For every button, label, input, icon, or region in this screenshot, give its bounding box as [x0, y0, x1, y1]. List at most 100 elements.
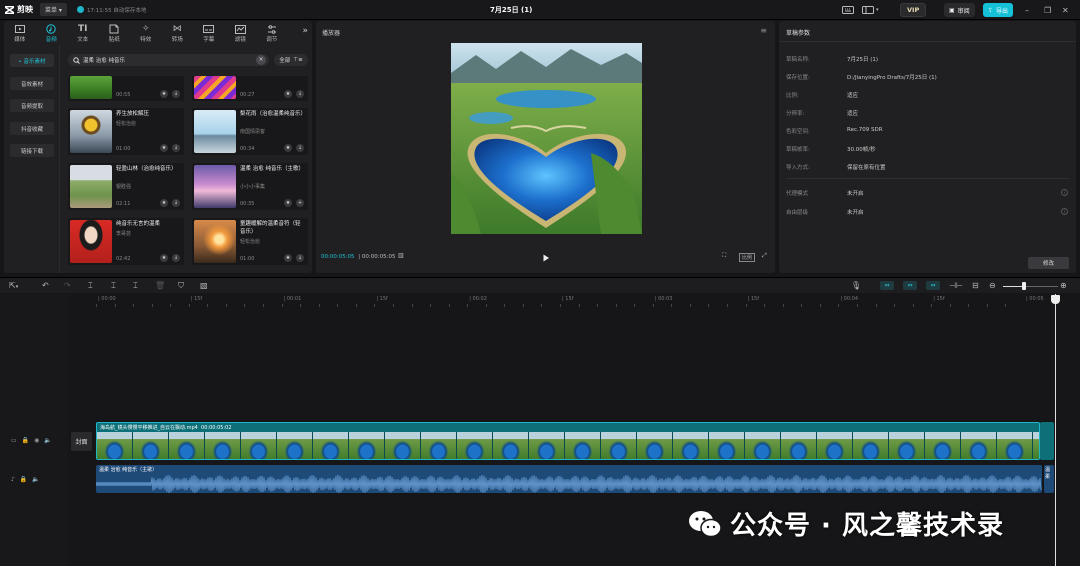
- ruler-minor-tick: [485, 304, 487, 307]
- download-icon[interactable]: ↓: [296, 90, 304, 98]
- tab-media[interactable]: 媒体: [4, 21, 36, 45]
- image-icon[interactable]: ▧: [200, 281, 208, 290]
- auto-snap-icon[interactable]: ⇔: [903, 281, 917, 290]
- lock-icon[interactable]: 🔒: [20, 476, 27, 483]
- sidebar-item-audio-extract[interactable]: 音频提取: [10, 99, 54, 112]
- visibility-icon[interactable]: ◉: [34, 437, 39, 444]
- lock-icon[interactable]: 🔒: [22, 437, 29, 444]
- music-card[interactable]: 轻盈山林（治愈纯音乐） 银胜强 02:11 ★ ↓: [68, 163, 184, 210]
- sidebar-item-link-download[interactable]: 链接下载: [10, 144, 54, 157]
- zoom-out-icon[interactable]: ⊖: [989, 281, 996, 290]
- sidebar-item-sound-effects[interactable]: 音效素材: [10, 77, 54, 90]
- ruler-minor-tick: [745, 304, 747, 307]
- audio-clip[interactable]: 温柔 治愈 纯音乐（主歌）: [96, 465, 1042, 493]
- playhead[interactable]: [1055, 294, 1056, 566]
- music-card[interactable]: 纯音乐无言的温柔 李哥芸 02:42 ★ ↓: [68, 218, 184, 265]
- favorite-icon[interactable]: ★: [284, 199, 292, 207]
- download-icon[interactable]: ↓: [296, 144, 304, 152]
- video-frame: [709, 432, 745, 459]
- tab-transition[interactable]: ⋈ 转场: [162, 21, 194, 45]
- more-tabs-icon[interactable]: »: [302, 26, 308, 36]
- review-button[interactable]: ▣ 审阅: [944, 3, 975, 17]
- download-icon[interactable]: ↓: [172, 199, 180, 207]
- export-button[interactable]: ⇪ 导出: [983, 3, 1014, 17]
- music-card[interactable]: 童趣暖解的温柔音符（轻音乐） 轻松治愈 01:00 ★ ↓: [192, 218, 308, 265]
- music-author: 轻松治愈: [116, 121, 137, 127]
- microphone-icon[interactable]: 🎙: [851, 281, 861, 290]
- video-clip[interactable]: 海岛航_镜头慢慢平移推进_自云在飘动.mp4 00:00:05:02: [96, 422, 1040, 460]
- favorite-icon[interactable]: ★: [160, 90, 168, 98]
- video-frame: [925, 432, 961, 459]
- layout-icon[interactable]: ▾: [862, 3, 879, 17]
- zoom-in-icon[interactable]: ⊕: [1060, 281, 1067, 290]
- fullscreen-icon[interactable]: ⤢: [762, 252, 767, 260]
- audio-clip-tail[interactable]: 温柔: [1044, 465, 1054, 493]
- split-icon[interactable]: ⌶: [88, 281, 93, 291]
- split-right-icon[interactable]: ⌶: [133, 281, 138, 291]
- close-button[interactable]: ✕: [1062, 3, 1076, 17]
- music-card[interactable]: 梨花雨（治愈温柔纯音乐） 南国情思客 00:34 ★ ↓: [192, 108, 308, 155]
- linkage-icon[interactable]: ⇔: [926, 281, 940, 290]
- music-card[interactable]: 00:55 ★ ↓: [68, 76, 184, 101]
- ruler-minor-tick: [1005, 304, 1007, 307]
- tab-audio[interactable]: 音频: [36, 21, 68, 45]
- split-left-icon[interactable]: ⌶: [111, 281, 116, 291]
- tab-sticker[interactable]: 贴纸: [99, 21, 131, 45]
- minimize-button[interactable]: –: [1025, 3, 1039, 17]
- vip-button[interactable]: VIP: [900, 3, 927, 17]
- clear-search-icon[interactable]: ×: [256, 55, 266, 65]
- video-preview[interactable]: [451, 43, 642, 234]
- play-button[interactable]: [542, 254, 550, 262]
- waveform-icon[interactable]: ▥: [398, 252, 404, 259]
- tab-effects[interactable]: ✧ 特效: [130, 21, 162, 45]
- video-clip-tail[interactable]: [1040, 422, 1054, 460]
- tab-adjust[interactable]: 调节: [256, 21, 288, 45]
- maximize-button[interactable]: ❐: [1044, 3, 1058, 17]
- sidebar-item-music[interactable]: • 音乐素材: [10, 54, 54, 67]
- player-menu-icon[interactable]: ≡: [760, 26, 767, 35]
- cover-button[interactable]: 封面: [71, 432, 92, 451]
- download-icon[interactable]: ↓: [172, 144, 180, 152]
- info-icon[interactable]: i: [1061, 208, 1068, 215]
- fit-view-icon[interactable]: ⛶: [722, 252, 726, 260]
- tab-text[interactable]: TI 文本: [67, 21, 99, 45]
- music-card[interactable]: 养生放松解压 轻松治愈 01:00 ★ ↓: [68, 108, 184, 155]
- menu-button[interactable]: 菜单 ▾: [40, 3, 67, 16]
- ruler-minor-tick: [838, 304, 840, 307]
- zoom-slider-thumb[interactable]: [1022, 282, 1026, 290]
- mute-icon[interactable]: 🔈: [32, 476, 39, 483]
- filter-button[interactable]: 全部 ⊤≡: [274, 54, 308, 66]
- preview-axis-icon[interactable]: ⊣⊢: [949, 281, 963, 290]
- search-input[interactable]: 温柔 治愈 纯音乐 ×: [68, 54, 269, 66]
- sidebar-item-douyin-favorites[interactable]: 抖音收藏: [10, 122, 54, 135]
- favorite-icon[interactable]: ★: [160, 199, 168, 207]
- favorite-icon[interactable]: ★: [284, 144, 292, 152]
- shortcut-icon[interactable]: [842, 3, 854, 17]
- favorite-icon[interactable]: ★: [284, 254, 292, 262]
- param-value: 未开启: [847, 210, 864, 216]
- info-icon[interactable]: i: [1061, 189, 1068, 196]
- ruler-minor-tick: [392, 304, 394, 307]
- video-frame: [781, 432, 817, 459]
- ratio-button[interactable]: 比例: [739, 253, 756, 262]
- music-card[interactable]: 00:27 ★ ↓: [192, 76, 308, 101]
- download-icon[interactable]: ↓: [172, 90, 180, 98]
- playhead-handle[interactable]: [1051, 295, 1060, 304]
- main-track-magnet-icon[interactable]: ⇔: [880, 281, 894, 290]
- favorite-icon[interactable]: ★: [160, 144, 168, 152]
- tab-subtitle[interactable]: 字幕: [193, 21, 225, 45]
- add-icon[interactable]: +: [296, 199, 304, 207]
- caption-icon[interactable]: ⊟: [972, 281, 979, 290]
- tab-filter[interactable]: 滤镜: [225, 21, 257, 45]
- music-card[interactable]: 温柔 治愈 纯音乐（主歌） 小小小事集 00:35 ★ +: [192, 163, 308, 210]
- undo-icon[interactable]: ↶: [42, 281, 49, 290]
- select-cursor-icon[interactable]: ⇱▾: [9, 281, 18, 290]
- mute-icon[interactable]: 🔈: [44, 437, 51, 444]
- favorite-icon[interactable]: ★: [284, 90, 292, 98]
- ruler-minor-tick: [819, 304, 821, 307]
- favorite-icon[interactable]: ★: [160, 254, 168, 262]
- download-icon[interactable]: ↓: [172, 254, 180, 262]
- edit-params-button[interactable]: 修改: [1028, 257, 1069, 269]
- shield-icon[interactable]: ⛉: [178, 281, 184, 291]
- download-icon[interactable]: ↓: [296, 254, 304, 262]
